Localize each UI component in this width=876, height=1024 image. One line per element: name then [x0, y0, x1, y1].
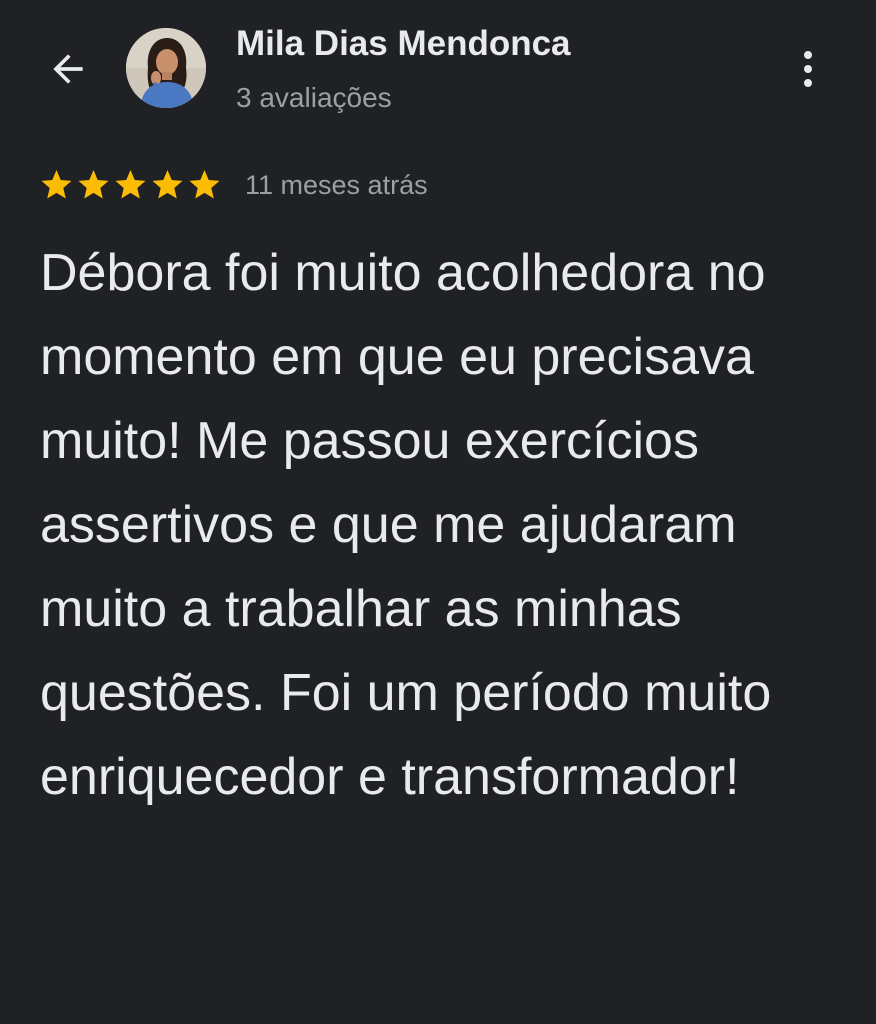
avatar-photo — [126, 28, 206, 108]
star-icon — [152, 170, 183, 199]
review-time: 11 meses atrás — [245, 169, 428, 200]
avatar[interactable] — [126, 28, 206, 108]
back-button[interactable] — [40, 44, 96, 94]
arrow-back-icon — [53, 54, 83, 84]
user-name[interactable]: Mila Dias Mendonca — [236, 22, 571, 66]
rating-row: 11 meses atrás — [38, 162, 428, 208]
more-vert-icon — [804, 51, 812, 87]
star-icon — [189, 170, 220, 199]
more-options-button[interactable] — [786, 44, 830, 94]
review-text: Débora foi muito acolhedora no momento e… — [40, 244, 772, 806]
star-icon — [78, 170, 109, 199]
star-rating — [38, 167, 223, 203]
star-icon — [41, 170, 72, 199]
review-count: 3 avaliações — [236, 82, 392, 113]
star-icon — [115, 170, 146, 199]
